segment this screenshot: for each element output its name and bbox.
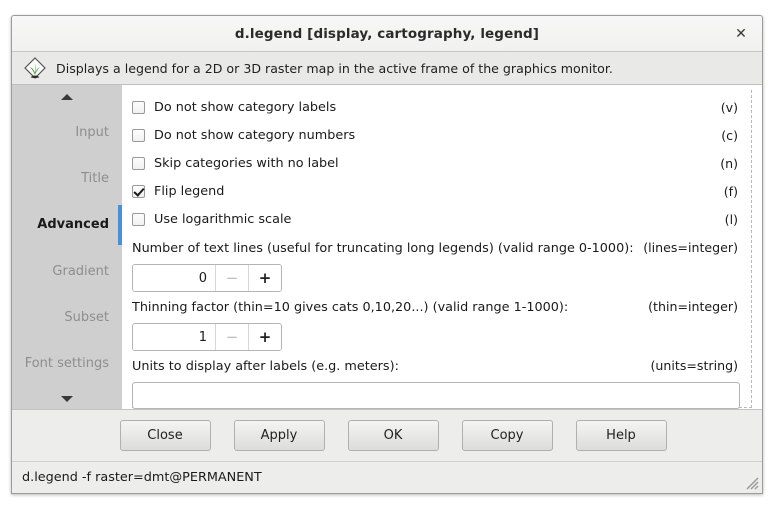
lines-increment-button[interactable]: + [248,265,281,291]
tab-label: Gradient [52,263,109,279]
tab-list: Input Title Advanced Gradient Subset Fon… [12,107,122,389]
checkbox-no-category-numbers[interactable] [132,128,145,142]
thin-label: Thinning factor (thin=10 gives cats 0,10… [132,300,569,315]
grass-gis-logo-icon [24,57,46,79]
description-text: Displays a legend for a 2D or 3D raster … [56,60,613,76]
dialog-body: Input Title Advanced Gradient Subset Fon… [12,85,762,409]
checkbox-no-category-labels[interactable] [132,100,145,114]
lines-label: Number of text lines (useful for truncat… [132,241,634,256]
option-row-no-category-numbers[interactable]: Do not show category numbers (c) [132,121,740,149]
lines-hint: (lines=integer) [643,240,738,255]
checkbox-label: Flip legend [154,183,225,199]
description-bar: Displays a legend for a 2D or 3D raster … [12,52,762,85]
close-icon[interactable]: ✕ [730,23,752,45]
tab-label: Font settings [24,356,109,372]
checkbox-skip-categories-no-label[interactable] [132,156,145,170]
dialog-window: d.legend [display, cartography, legend] … [11,15,763,494]
dialog-button-bar: Close Apply OK Copy Help [12,409,762,461]
param-header: Units to display after labels (e.g. mete… [132,358,740,377]
tab-label: Advanced [37,217,109,233]
param-block-thin: Thinning factor (thin=10 gives cats 0,10… [132,299,740,351]
thin-spinner[interactable]: 1 − + [132,323,282,351]
thin-increment-button[interactable]: + [248,324,281,350]
window-title: d.legend [display, cartography, legend] [234,25,540,42]
thin-decrement-button[interactable]: − [215,324,248,350]
tab-scroll-up-icon[interactable] [12,87,122,107]
param-block-lines: Number of text lines (useful for truncat… [132,240,740,292]
title-bar: d.legend [display, cartography, legend] … [12,16,762,52]
lines-input[interactable]: 0 [133,265,215,291]
checkbox-label: Do not show category labels [154,99,337,115]
units-input[interactable] [132,382,740,409]
tab-label: Title [81,170,109,186]
checkbox-label: Use logarithmic scale [154,211,292,227]
tab-subset[interactable]: Subset [12,296,122,338]
tab-label: Input [75,124,109,140]
tab-title[interactable]: Title [12,157,122,199]
close-button[interactable]: Close [119,420,211,451]
option-row-flip-legend[interactable]: Flip legend (f) [132,177,740,205]
lines-spinner[interactable]: 0 − + [132,264,282,292]
option-row-no-category-labels[interactable]: Do not show category labels (v) [132,93,740,121]
checkbox-logarithmic-scale[interactable] [132,212,145,226]
flag-hint: (n) [720,155,738,171]
flag-hint: (l) [724,211,738,227]
tab-sidebar: Input Title Advanced Gradient Subset Fon… [12,85,122,409]
help-button[interactable]: Help [575,420,667,451]
copy-button[interactable]: Copy [461,420,553,451]
advanced-tab-panel: Do not show category labels (v) Do not s… [122,85,762,409]
option-row-skip-categories-no-label[interactable]: Skip categories with no label (n) [132,149,740,177]
tab-label: Subset [64,309,109,325]
flag-hint: (v) [720,99,738,115]
tab-font-settings[interactable]: Font settings [12,343,122,385]
checkbox-flip-legend[interactable] [132,184,145,198]
command-text: d.legend -f raster=dmt@PERMANENT [22,470,262,485]
units-label: Units to display after labels (e.g. mete… [132,359,399,374]
thin-input[interactable]: 1 [133,324,215,350]
status-bar: d.legend -f raster=dmt@PERMANENT [12,461,762,493]
ok-button[interactable]: OK [347,420,439,451]
desktop-background: d.legend [display, cartography, legend] … [0,0,774,506]
apply-button[interactable]: Apply [233,420,325,451]
checkbox-label: Do not show category numbers [154,127,356,143]
tab-advanced[interactable]: Advanced [12,204,122,246]
resize-grip-icon[interactable] [744,475,759,490]
param-header: Number of text lines (useful for truncat… [132,240,740,259]
tab-gradient[interactable]: Gradient [12,250,122,292]
flag-hint: (f) [723,183,738,199]
flag-hint: (c) [721,127,738,143]
param-block-units: Units to display after labels (e.g. mete… [132,358,740,409]
thin-hint: (thin=integer) [648,299,738,314]
tab-input[interactable]: Input [12,111,122,153]
param-header: Thinning factor (thin=10 gives cats 0,10… [132,299,740,318]
checkbox-label: Skip categories with no label [154,155,339,171]
lines-decrement-button[interactable]: − [215,265,248,291]
option-row-logarithmic-scale[interactable]: Use logarithmic scale (l) [132,205,740,233]
tab-scroll-down-icon[interactable] [12,389,122,409]
units-hint: (units=string) [650,358,739,373]
